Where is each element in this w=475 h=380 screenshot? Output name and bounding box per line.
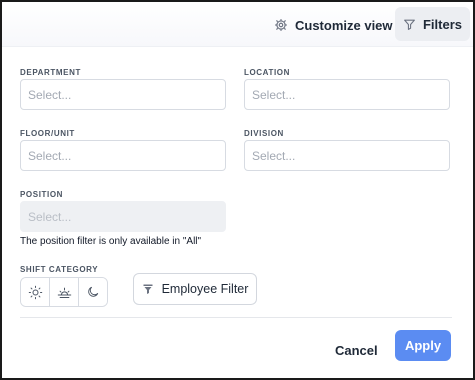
apply-button[interactable]: Apply (395, 330, 451, 361)
shift-day-button[interactable] (21, 278, 49, 306)
division-label: DIVISION (244, 129, 284, 138)
employee-filter-button[interactable]: Employee Filter (133, 273, 257, 305)
header-bar: Customize view Filters (2, 2, 473, 47)
employee-filter-label: Employee Filter (161, 282, 249, 296)
filters-label: Filters (422, 16, 462, 32)
floor-unit-select[interactable] (20, 140, 226, 171)
sun-icon (28, 285, 43, 300)
position-select (20, 201, 226, 232)
department-select[interactable] (20, 79, 226, 110)
location-select[interactable] (244, 79, 450, 110)
customize-view-label: Customize view (295, 17, 393, 33)
funnel-icon (142, 283, 154, 295)
gear-icon (274, 18, 288, 32)
position-note: The position filter is only available in… (20, 236, 202, 247)
filters-panel: Customize view Filters DEPARTMENT LOCATI… (0, 0, 475, 380)
cancel-button[interactable]: Cancel (335, 335, 378, 365)
sunrise-icon (57, 285, 72, 300)
floor-unit-label: FLOOR/UNIT (20, 129, 75, 138)
department-label: DEPARTMENT (20, 68, 81, 77)
shift-category-group (20, 277, 108, 307)
position-label: POSITION (20, 190, 64, 199)
filters-button[interactable]: Filters (395, 7, 470, 41)
shift-night-button[interactable] (78, 278, 107, 306)
footer-divider (20, 317, 452, 318)
location-label: LOCATION (244, 68, 290, 77)
shift-category-label: SHIFT CATEGORY (20, 265, 99, 274)
shift-sunrise-button[interactable] (49, 278, 78, 306)
division-select[interactable] (244, 140, 450, 171)
customize-view-button[interactable]: Customize view (274, 11, 393, 39)
moon-icon (86, 285, 100, 299)
funnel-icon (403, 18, 416, 31)
